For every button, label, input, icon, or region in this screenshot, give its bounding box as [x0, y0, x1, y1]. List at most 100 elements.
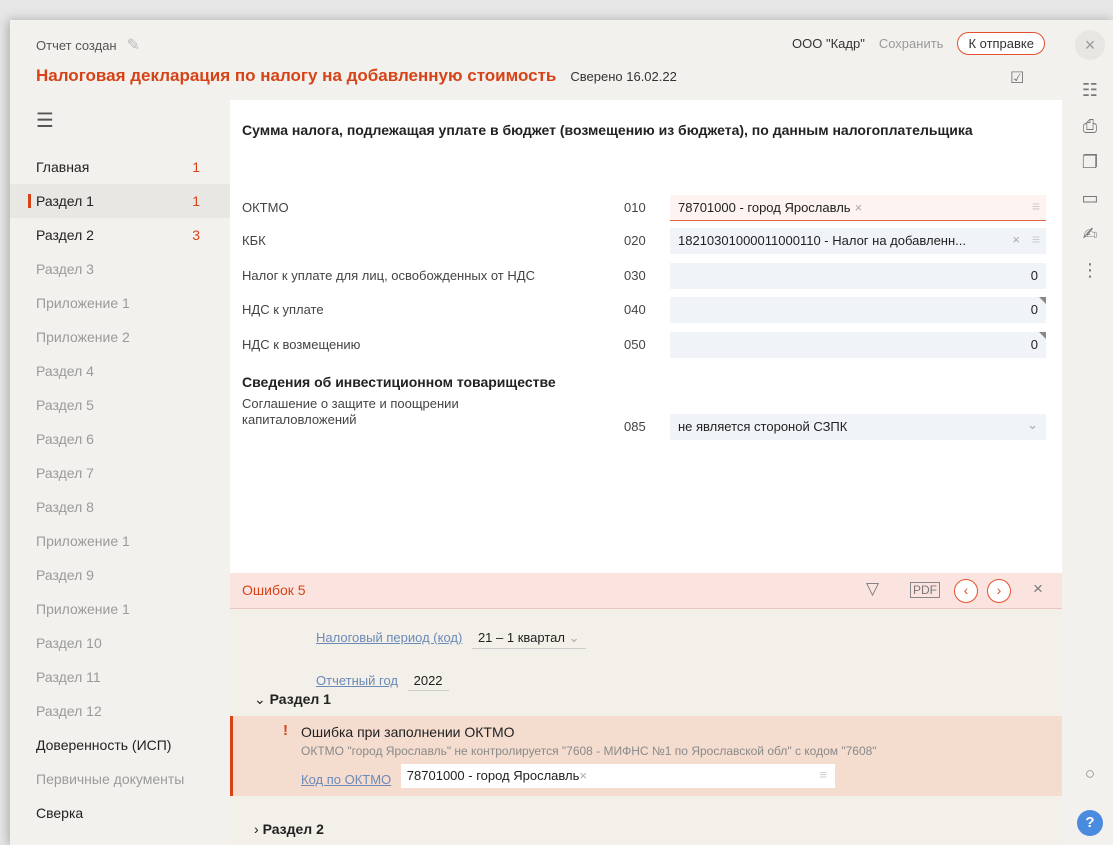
sidebar-item-label: Первичные документы: [36, 771, 185, 787]
field-code: 050: [624, 337, 646, 352]
chevron-down-icon: ⌄: [254, 691, 270, 707]
sidebar-item-label: Раздел 9: [36, 567, 94, 583]
sidebar-item-appendix-1-s9[interactable]: Приложение 1: [10, 592, 230, 626]
verify-icon[interactable]: ☑: [1010, 68, 1024, 88]
sidebar-item-section-4[interactable]: Раздел 4: [10, 354, 230, 388]
error-count: 1: [192, 159, 200, 175]
field-label: ОКТМО: [242, 200, 289, 215]
field-code: 020: [624, 233, 646, 248]
sidebar-item-section-12[interactable]: Раздел 12: [10, 694, 230, 728]
vat-refund-input[interactable]: 0: [670, 332, 1046, 358]
sidebar-item-primary-docs[interactable]: Первичные документы: [10, 762, 230, 796]
sidebar-item-appendix-1-s8[interactable]: Приложение 1: [10, 524, 230, 558]
sidebar-item-section-10[interactable]: Раздел 10: [10, 626, 230, 660]
menu-icon[interactable]: ☰: [36, 108, 54, 133]
chevron-down-icon[interactable]: ⌄: [1027, 417, 1038, 433]
send-button[interactable]: К отправке: [957, 32, 1045, 55]
field-value: 0: [1030, 337, 1038, 352]
sidebar-item-power-of-attorney[interactable]: Доверенность (ИСП): [10, 728, 230, 762]
sidebar-item-section-8[interactable]: Раздел 8: [10, 490, 230, 524]
list-icon[interactable]: ≡: [1032, 198, 1040, 214]
sidebar-item-section-3[interactable]: Раздел 3: [10, 252, 230, 286]
oktmo-code-input[interactable]: 78701000 - город Ярославль× ≡: [400, 764, 835, 788]
save-button[interactable]: Сохранить: [879, 36, 944, 51]
sign-icon[interactable]: ✍: [1067, 224, 1113, 245]
field-code: 030: [624, 268, 646, 283]
sidebar-item-reconciliation[interactable]: Сверка: [10, 796, 230, 830]
period-select[interactable]: 21 – 1 квартал ⌄: [471, 628, 586, 649]
copy-icon[interactable]: ❐: [1067, 152, 1113, 173]
app-window: Отчет создан ✎ ООО "Кадр" Сохранить К от…: [10, 20, 1113, 845]
year-value[interactable]: 2022: [407, 671, 449, 691]
sidebar-item-section-1[interactable]: Раздел 1 1: [10, 184, 230, 218]
sidebar-item-main[interactable]: Главная 1: [10, 150, 230, 184]
sidebar-item-section-7[interactable]: Раздел 7: [10, 456, 230, 490]
kbk-input[interactable]: 18210301000011000110 - Налог на добавлен…: [670, 228, 1046, 254]
pdf-icon[interactable]: PDF: [910, 582, 940, 598]
header-actions: ООО "Кадр" Сохранить К отправке: [792, 32, 1045, 55]
sidebar-item-label: Сверка: [36, 805, 84, 821]
field-code: 040: [624, 302, 646, 317]
sidebar-item-label: Раздел 3: [36, 261, 94, 277]
sidebar-item-label: Раздел 6: [36, 431, 94, 447]
chat-icon[interactable]: ○: [1067, 764, 1113, 784]
field-label: НДС к уплате: [242, 302, 324, 317]
sidebar-item-label: Раздел 7: [36, 465, 94, 481]
close-panel-icon[interactable]: ×: [1033, 579, 1043, 599]
sidebar-item-section-9[interactable]: Раздел 9: [10, 558, 230, 592]
year-link[interactable]: Отчетный год: [316, 673, 398, 688]
sidebar-item-appendix-1[interactable]: Приложение 1: [10, 286, 230, 320]
period-row: Налоговый период (код) 21 – 1 квартал ⌄: [316, 628, 586, 649]
field-value: 78701000 - город Ярославль: [678, 200, 851, 215]
list-icon[interactable]: ≡: [819, 767, 827, 782]
close-icon[interactable]: ×: [1075, 30, 1105, 60]
clear-icon[interactable]: ×: [579, 768, 587, 783]
oktmo-input[interactable]: 78701000 - город Ярославль × ≡: [670, 195, 1046, 221]
sidebar-item-section-2[interactable]: Раздел 2 3: [10, 218, 230, 252]
tax-exempt-input[interactable]: 0: [670, 263, 1046, 289]
organization-name[interactable]: ООО "Кадр": [792, 36, 865, 51]
vat-payable-input[interactable]: 0: [670, 297, 1046, 323]
right-toolbar: × ☷ ⎙ ❐ ▭ ✍ ⋮ ○ ?: [1067, 20, 1113, 845]
prev-error-button[interactable]: ‹: [954, 579, 978, 603]
oktmo-code-link[interactable]: Код по ОКТМО: [301, 772, 391, 787]
error-item-oktmo[interactable]: ! Ошибка при заполнении ОКТМО ОКТМО "гор…: [230, 716, 1062, 796]
period-link[interactable]: Налоговый период (код): [316, 630, 462, 645]
checklist-icon[interactable]: ☷: [1067, 80, 1113, 101]
sidebar-item-section-5[interactable]: Раздел 5: [10, 388, 230, 422]
error-count: 1: [192, 193, 200, 209]
sidebar-item-label: Раздел 12: [36, 703, 102, 719]
more-icon[interactable]: ⋮: [1067, 260, 1113, 281]
sidebar-item-label: Приложение 1: [36, 601, 130, 617]
sidebar-item-appendix-2[interactable]: Приложение 2: [10, 320, 230, 354]
corner-marker-icon: [1039, 332, 1046, 339]
field-value: 78701000 - город Ярославль: [406, 768, 580, 783]
report-created-label: Отчет создан: [36, 37, 117, 53]
field-oktmo: ОКТМО 010 78701000 - город Ярославль × ≡: [242, 195, 1050, 221]
errors-header: Ошибок 5 ▽ PDF ‹ › ×: [230, 573, 1062, 609]
sidebar-item-label: Приложение 1: [36, 295, 130, 311]
section-1-toggle[interactable]: ⌄ Раздел 1: [254, 691, 331, 708]
sidebar-item-section-6[interactable]: Раздел 6: [10, 422, 230, 456]
sidebar-item-label: Приложение 1: [36, 533, 130, 549]
year-row: Отчетный год 2022: [316, 671, 449, 691]
print-icon[interactable]: ⎙: [1067, 116, 1113, 137]
help-icon[interactable]: ?: [1077, 810, 1103, 836]
szpk-select[interactable]: не является стороной СЗПК ⌄: [670, 414, 1046, 440]
sidebar-item-section-11[interactable]: Раздел 11: [10, 660, 230, 694]
filter-icon[interactable]: ▽: [866, 579, 879, 599]
section-2-toggle[interactable]: › Раздел 2: [254, 821, 324, 837]
header-status: Отчет создан ✎: [36, 34, 140, 56]
field-label: Налог к уплате для лиц, освобожденных от…: [242, 268, 535, 283]
list-icon[interactable]: ≡: [1032, 231, 1040, 247]
title-row: Налоговая декларация по налогу на добавл…: [36, 66, 677, 86]
clear-icon[interactable]: ×: [1012, 232, 1020, 247]
sidebar-item-label: Доверенность (ИСП): [36, 737, 172, 753]
field-vat-payable: НДС к уплате 040 0: [242, 297, 1050, 323]
edit-note-icon[interactable]: ✎: [127, 35, 140, 55]
field-vat-refund: НДС к возмещению 050 0: [242, 332, 1050, 358]
errors-panel: Ошибок 5 ▽ PDF ‹ › × Налоговый период (к…: [230, 573, 1062, 845]
save-disk-icon[interactable]: ▭: [1067, 188, 1113, 209]
clear-icon[interactable]: ×: [855, 200, 863, 215]
next-error-button[interactable]: ›: [987, 579, 1011, 603]
